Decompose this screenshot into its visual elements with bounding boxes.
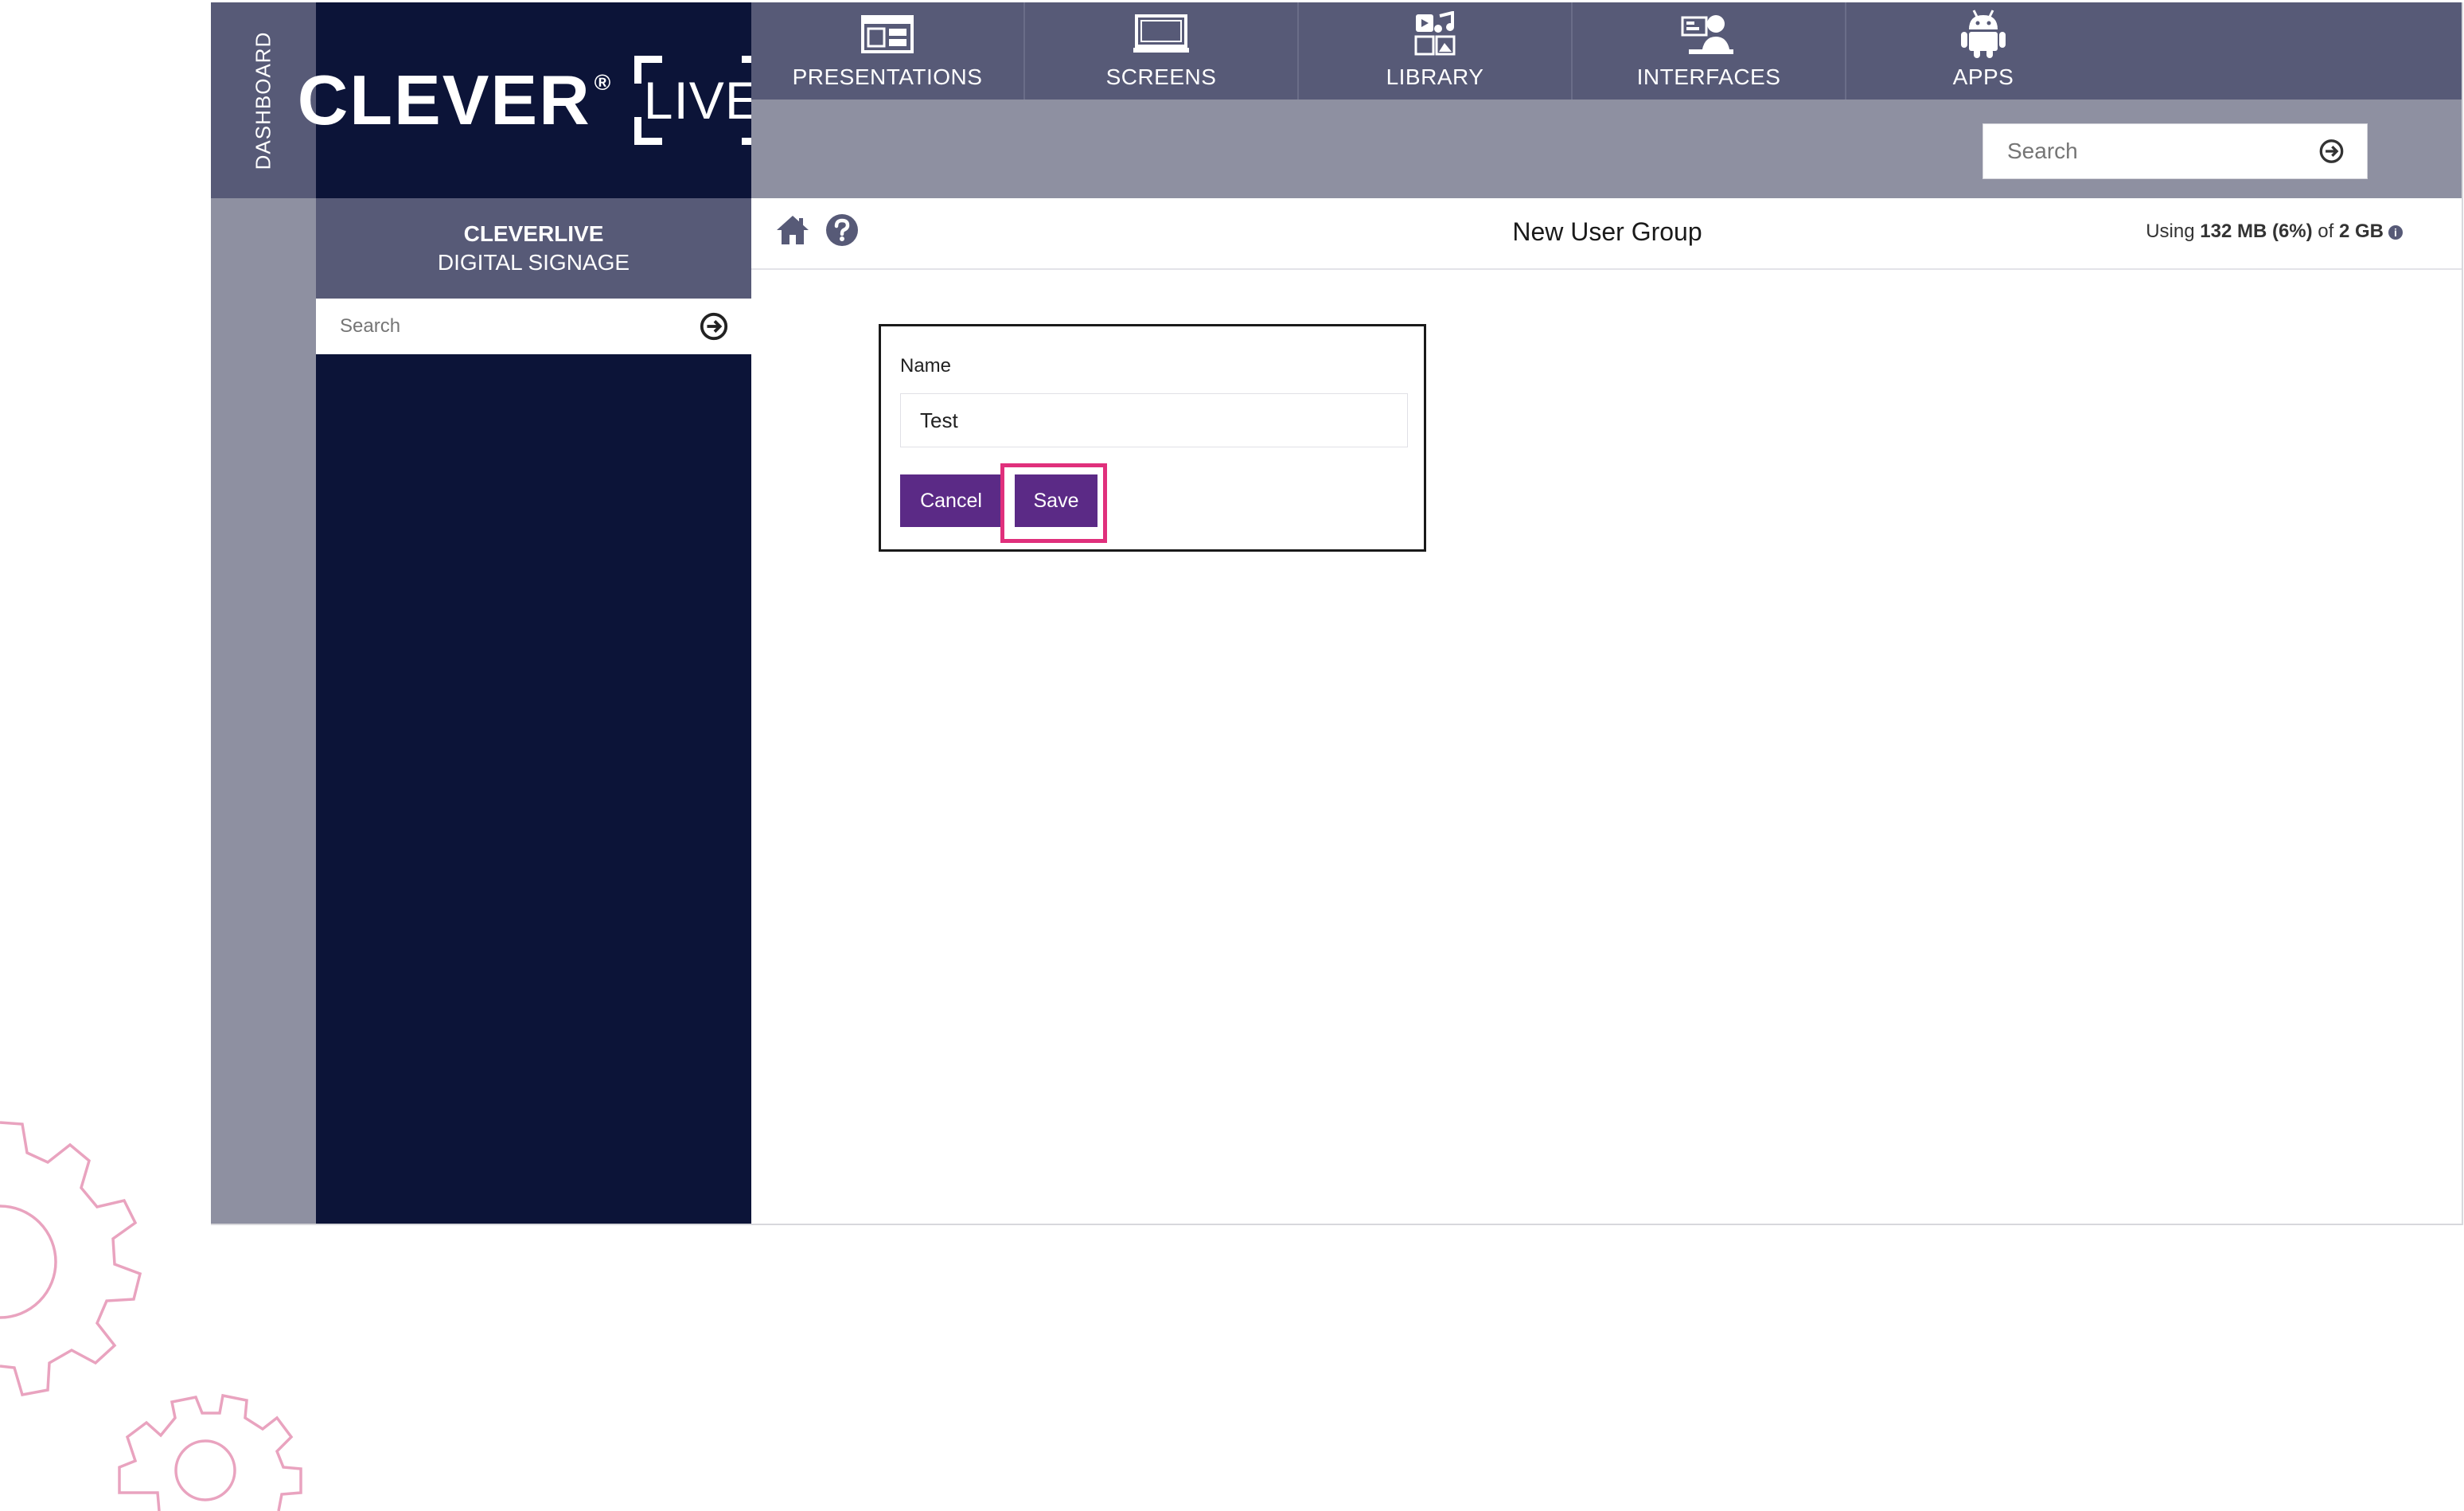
top-search-input[interactable]: [1983, 124, 2318, 178]
logo-live-box: LIVE: [634, 56, 770, 145]
clever-live-logo[interactable]: CLEVER ® LIVE: [298, 2, 770, 198]
sidebar-search-submit-icon[interactable]: [699, 311, 729, 342]
main-content: New User Group Using 132 MB (6%) of 2 GB…: [751, 198, 2463, 1225]
nav-library-label: LIBRARY: [1386, 64, 1484, 89]
name-field-label: Name: [900, 355, 952, 377]
usage-amount: 132 MB (6%): [2200, 221, 2313, 242]
dashboard-tab-label: DASHBOARD: [251, 31, 275, 170]
nav-interfaces[interactable]: INTERFACES: [1573, 2, 1846, 100]
large-gear-decoration-icon: [0, 1121, 142, 1397]
info-icon[interactable]: i: [2388, 225, 2403, 240]
media-library-icon: [1407, 11, 1463, 57]
monitor-icon: [1133, 12, 1189, 57]
nav-interfaces-label: INTERFACES: [1636, 64, 1781, 89]
android-icon: [1955, 10, 2011, 58]
logo-word: CLEVER: [297, 61, 591, 139]
top-search-box: [1983, 123, 2368, 179]
storage-usage: Using 132 MB (6%) of 2 GB i: [2146, 221, 2403, 243]
nav-presentations-label: PRESENTATIONS: [792, 64, 983, 89]
nav-library[interactable]: LIBRARY: [1299, 2, 1573, 100]
nav-presentations[interactable]: PRESENTATIONS: [751, 2, 1025, 100]
save-button[interactable]: Save: [1015, 474, 1097, 527]
usage-prefix: Using: [2146, 221, 2195, 242]
nav-screens[interactable]: SCREENS: [1025, 2, 1299, 100]
main-header: New User Group Using 132 MB (6%) of 2 GB…: [751, 198, 2463, 270]
sidebar: CLEVERLIVE DIGITAL SIGNAGE: [316, 198, 751, 1225]
sidebar-subtitle: DIGITAL SIGNAGE: [437, 250, 630, 275]
sidebar-header: CLEVERLIVE DIGITAL SIGNAGE: [316, 198, 751, 299]
search-submit-icon[interactable]: [2318, 136, 2345, 166]
new-user-group-form: Name Cancel Save: [879, 324, 1426, 552]
dashboard-strip: DASHBOARD: [211, 2, 316, 1225]
user-interface-icon: [1681, 12, 1737, 57]
sidebar-title: CLEVERLIVE: [463, 221, 604, 246]
presentation-icon: [860, 12, 915, 57]
nav-apps-label: APPS: [1952, 64, 2014, 89]
nav-apps[interactable]: APPS: [1846, 2, 2120, 100]
nav-screens-label: SCREENS: [1105, 64, 1217, 89]
name-field[interactable]: [900, 393, 1408, 447]
top-navigation: PRESENTATIONS SCREENS LIBRARY INTERFACES…: [751, 2, 2463, 100]
cancel-button[interactable]: Cancel: [900, 474, 1002, 527]
small-gear-decoration-icon: [118, 1393, 302, 1511]
sidebar-search-input[interactable]: [316, 299, 699, 354]
sidebar-search-box: [316, 299, 751, 354]
top-search-strip: [751, 100, 2463, 198]
usage-of: of: [2318, 221, 2334, 242]
logo-registered-mark: ®: [594, 70, 613, 95]
app-window: DASHBOARD CLEVER ® LIVE PRESENTATIONS SC…: [211, 2, 2463, 1225]
usage-total: 2 GB: [2338, 221, 2384, 242]
